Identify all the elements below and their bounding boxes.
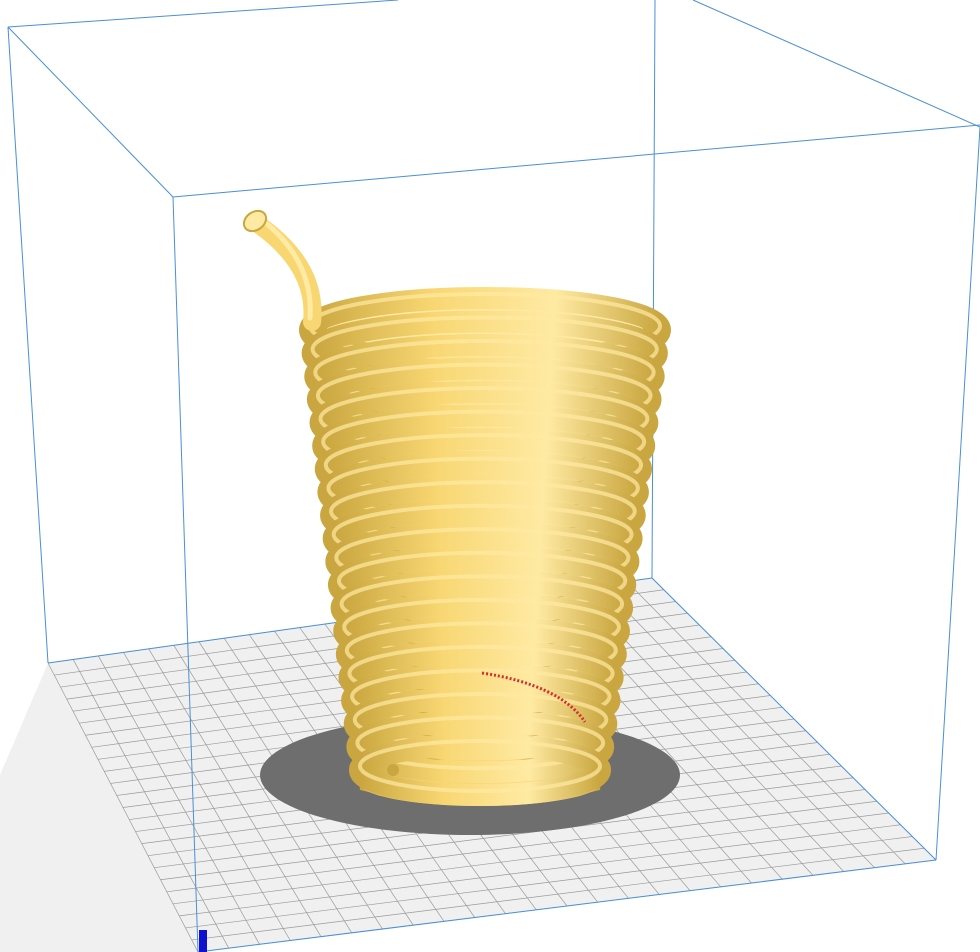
cup-base-hole [387,764,399,776]
volume-edge-right-back [651,0,656,579]
volume-edge-top-left [7,26,174,198]
scene-canvas[interactable] [0,0,980,952]
volume-edge-back-top [7,0,399,28]
volume-edge-right-front [935,126,980,861]
volume-edge-left-back [7,26,49,664]
straw[interactable] [240,207,322,331]
3d-viewport[interactable] [0,0,980,952]
spiral-rings [299,287,671,806]
cup-body[interactable] [299,287,671,806]
volume-edge-front-top [172,124,980,198]
volume-edge-back-top-right [692,0,980,128]
z-axis-indicator [199,930,207,952]
